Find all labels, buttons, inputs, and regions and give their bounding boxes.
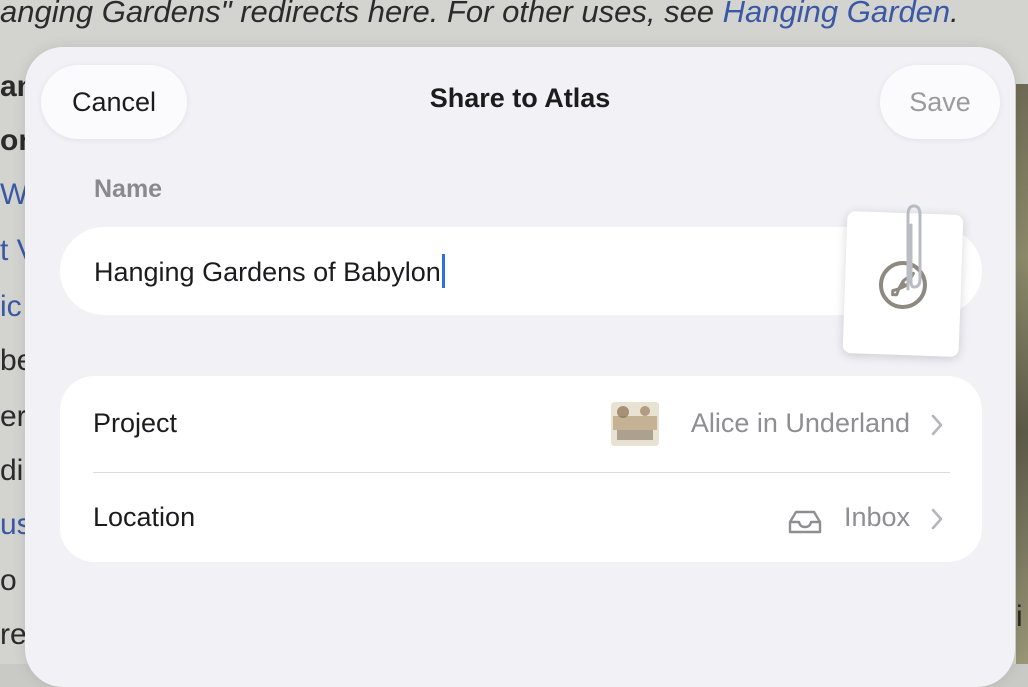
background-text-fragment: re xyxy=(0,618,27,651)
background-text-fragment: o xyxy=(0,564,17,597)
text-caret xyxy=(441,254,445,288)
project-thumbnail xyxy=(611,402,659,446)
background-image-strip xyxy=(1016,84,1028,664)
background-text-fragment: er xyxy=(0,400,27,433)
project-value: Alice in Underland xyxy=(690,408,910,438)
location-label: Location xyxy=(93,502,196,532)
project-row[interactable]: Project Alice in Underland xyxy=(60,378,982,470)
paperclip-icon xyxy=(906,204,922,291)
share-sheet: Cancel Share to Atlas Save Name Hanging … xyxy=(25,47,1015,687)
settings-group: Project Alice in Underland Location Inbo… xyxy=(60,376,982,562)
background-hatnote-link: Hanging Garden xyxy=(722,0,951,29)
inbox-icon xyxy=(788,510,822,534)
location-value: Inbox xyxy=(843,502,910,532)
location-row[interactable]: Location Inbox xyxy=(60,472,982,564)
name-label: Name xyxy=(94,175,163,203)
background-text-fragment: i xyxy=(1016,600,1023,633)
chevron-right-icon xyxy=(931,414,943,436)
save-button[interactable]: Save xyxy=(880,65,1000,139)
background-text-fragment: ic xyxy=(0,290,22,323)
sheet-title: Share to Atlas xyxy=(429,83,611,113)
name-field-value: Hanging Gardens of Babylon xyxy=(94,254,445,288)
chevron-right-icon xyxy=(931,508,943,530)
background-hatnote: anging Gardens" redirects here. For othe… xyxy=(0,0,1028,30)
project-label: Project xyxy=(93,408,178,438)
